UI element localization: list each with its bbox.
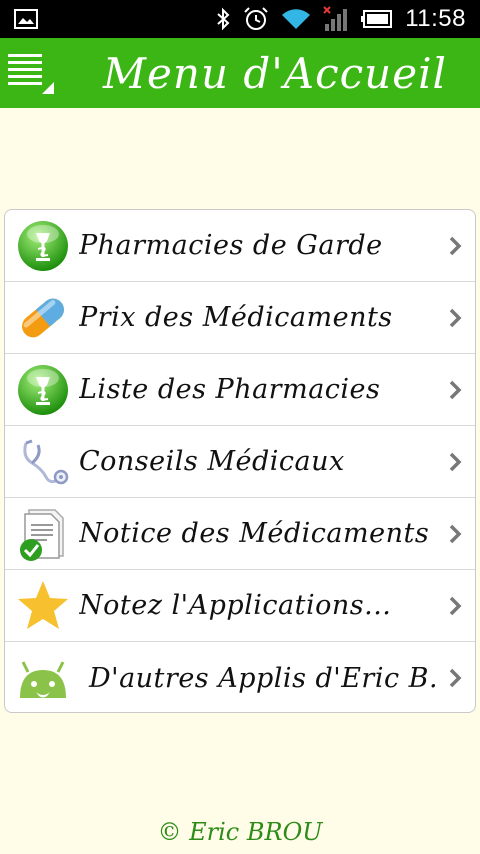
star-icon xyxy=(14,577,72,635)
main-menu-list: Pharmacies de Garde Prix des Médicaments xyxy=(4,209,476,713)
menu-item-label: Notez l'Applications... xyxy=(79,590,392,621)
pharmacy-icon xyxy=(14,217,72,275)
menu-item-conseils-medicaux[interactable]: Conseils Médicaux xyxy=(5,426,475,498)
menu-item-label: Notice des Médicaments xyxy=(79,518,430,549)
menu-item-prix-des-medicaments[interactable]: Prix des Médicaments xyxy=(5,282,475,354)
chevron-right-icon xyxy=(435,642,475,712)
image-icon xyxy=(14,9,38,29)
wifi-icon xyxy=(281,7,311,31)
chevron-right-icon xyxy=(435,426,475,498)
list-menu-icon[interactable] xyxy=(6,48,58,98)
chevron-right-icon xyxy=(435,570,475,642)
page-title: Menu d'Accueil xyxy=(103,48,447,98)
chevron-right-icon xyxy=(435,354,475,426)
action-bar: Menu d'Accueil xyxy=(0,38,480,108)
stethoscope-icon xyxy=(14,433,72,491)
pharmacy-icon xyxy=(14,361,72,419)
android-icon xyxy=(14,649,72,707)
menu-item-label: Conseils Médicaux xyxy=(79,446,345,477)
status-bar: 11:58 xyxy=(0,0,480,38)
chevron-right-icon xyxy=(435,282,475,354)
menu-item-label: Pharmacies de Garde xyxy=(79,230,383,261)
pill-icon xyxy=(14,289,72,347)
bluetooth-icon xyxy=(215,7,231,31)
menu-item-label: Liste des Pharmacies xyxy=(79,374,381,405)
document-check-icon xyxy=(14,505,72,563)
menu-item-notice-des-medicaments[interactable]: Notice des Médicaments xyxy=(5,498,475,570)
signal-icon xyxy=(323,6,349,32)
menu-item-notez-applications[interactable]: Notez l'Applications... xyxy=(5,570,475,642)
battery-icon xyxy=(361,9,393,29)
menu-item-label: D'autres Applis d'Eric B... xyxy=(89,662,435,694)
menu-item-liste-des-pharmacies[interactable]: Liste des Pharmacies xyxy=(5,354,475,426)
chevron-right-icon xyxy=(435,210,475,282)
footer-copyright: © Eric BROU xyxy=(157,818,323,846)
clock: 11:58 xyxy=(405,5,466,32)
chevron-right-icon xyxy=(435,498,475,570)
menu-item-autres-applis[interactable]: D'autres Applis d'Eric B... xyxy=(5,642,475,712)
alarm-icon xyxy=(243,6,269,32)
menu-item-label: Prix des Médicaments xyxy=(79,302,393,333)
menu-item-pharmacies-de-garde[interactable]: Pharmacies de Garde xyxy=(5,210,475,282)
